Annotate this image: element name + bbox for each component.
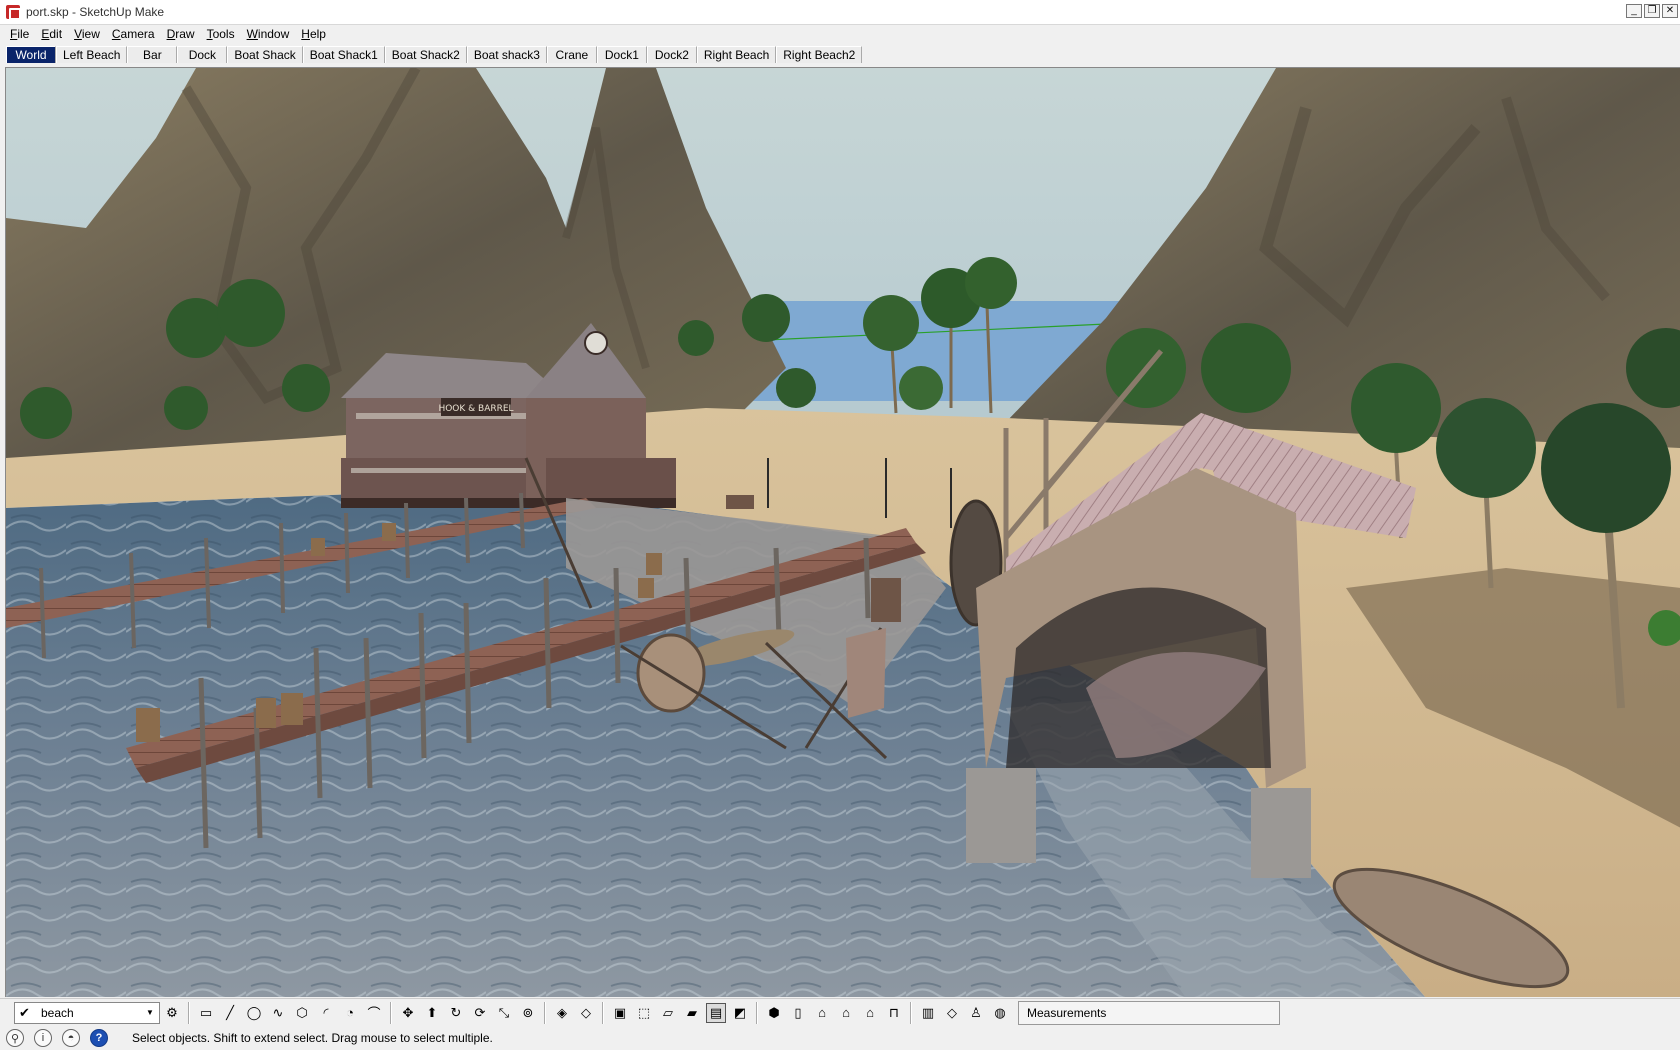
hidden-line-icon[interactable]: ▱ — [658, 1003, 678, 1023]
title-bar: port.skp - SketchUp Make _ ❐ ✕ — [0, 0, 1680, 25]
window-title: port.skp - SketchUp Make — [26, 5, 165, 19]
credits-status-icon[interactable]: i — [34, 1029, 52, 1047]
menu-bar: File Edit View Camera Draw Tools Window Help — [0, 25, 1680, 44]
iso-view-icon[interactable]: ⬢ — [764, 1003, 784, 1023]
scene-tab-crane[interactable]: Crane — [546, 46, 597, 63]
wireframe-icon[interactable]: ⬚ — [634, 1003, 654, 1023]
sketchup-app-icon[interactable] — [6, 5, 21, 20]
toolbar-separator — [188, 1001, 190, 1024]
menu-draw[interactable]: Draw — [161, 26, 201, 43]
user-status-icon[interactable]: ◓ — [62, 1029, 80, 1047]
scene-tab-boat-shack[interactable]: Boat Shack — [227, 46, 303, 63]
toolbar-separator — [602, 1001, 604, 1024]
tool-strip: ⚙ ▭ ╱ ◯ ∿ ⬡ ◜ ◔ ⌒ ✥ ⬆ ↻ ⟳ ⤡ ⊚ ◈ ◇ ▣ ⬚ ▱ ▰ ▤ ◩ ⬢ ▯ ⌂ ⌂ ⌂ ⊓ ▥ ◇ ♙ ◍ — [160, 1001, 1012, 1024]
menu-file[interactable]: File — [4, 26, 35, 43]
window-controls: _ ❐ ✕ — [1626, 4, 1678, 18]
section-plane-icon[interactable]: ◈ — [552, 1003, 572, 1023]
follow-me-icon[interactable]: ⟳ — [470, 1003, 490, 1023]
front-view-icon[interactable]: ⌂ — [812, 1003, 832, 1023]
rotate-icon[interactable]: ↻ — [446, 1003, 466, 1023]
scene-tab-bar[interactable]: Bar — [127, 46, 178, 63]
chevron-down-icon[interactable]: ▼ — [143, 1005, 157, 1021]
help-status-icon[interactable]: ? — [90, 1029, 108, 1047]
menu-view[interactable]: View — [68, 26, 106, 43]
status-bar: ⚲ i ◓? Select objects. Shift to extend sel… — [0, 1026, 1680, 1050]
layer-manager-icon[interactable]: ⚙ — [162, 1003, 182, 1023]
scale-icon[interactable]: ⤡ — [494, 1003, 514, 1023]
two-point-arc-icon[interactable]: ⌒ — [364, 1003, 384, 1023]
measurements-box[interactable]: Measurements — [1018, 1000, 1280, 1025]
offset-icon[interactable]: ⊚ — [518, 1003, 538, 1023]
scene-tab-left-beach[interactable]: Left Beach — [56, 46, 128, 63]
polygon-icon[interactable]: ⬡ — [292, 1003, 312, 1023]
scene-tab-dock[interactable]: Dock — [177, 46, 228, 63]
scene-tabs: World Left Beach Bar Dock Boat Shack Boat Sha… — [0, 44, 1680, 65]
scene-tab-dock2[interactable]: Dock2 — [646, 46, 697, 63]
layer-visible-check-icon: ✔ — [19, 1004, 30, 1020]
layer-dropdown[interactable]: ✔ beach ▼ — [14, 1001, 160, 1024]
toolbar-separator — [756, 1001, 758, 1024]
geo-location-icon[interactable]: ◍ — [990, 1003, 1010, 1023]
minimize-button[interactable]: _ — [1626, 4, 1642, 18]
model-viewport[interactable]: HOOK & BARREL — [5, 67, 1680, 997]
extension-warehouse-icon[interactable]: ♙ — [966, 1003, 986, 1023]
monochrome-icon[interactable]: ◩ — [730, 1003, 750, 1023]
scene-tab-world[interactable]: World — [6, 46, 56, 63]
menu-window[interactable]: Window — [241, 26, 296, 43]
line-icon[interactable]: ╱ — [220, 1003, 240, 1023]
rectangle-icon[interactable]: ▭ — [196, 1003, 216, 1023]
right-view-icon[interactable]: ⌂ — [836, 1003, 856, 1023]
shaded-icon[interactable]: ▰ — [682, 1003, 702, 1023]
toolbar-separator — [390, 1001, 392, 1024]
barrel — [382, 523, 396, 541]
menu-tools[interactable]: Tools — [201, 26, 241, 43]
arc-icon[interactable]: ◜ — [316, 1003, 336, 1023]
geolocation-status-icon[interactable]: ⚲ — [6, 1029, 24, 1047]
push-pull-icon[interactable]: ⬆ — [422, 1003, 442, 1023]
top-view-icon[interactable]: ▯ — [788, 1003, 808, 1023]
toolbar-separator — [544, 1001, 546, 1024]
ladder — [846, 628, 886, 718]
scene-tab-boat-shack1[interactable]: Boat Shack1 — [302, 46, 385, 63]
section-fill-icon[interactable]: ◇ — [576, 1003, 596, 1023]
scene-tab-boat-shack2[interactable]: Boat Shack2 — [384, 46, 467, 63]
toolbar-separator — [910, 1001, 912, 1024]
3d-warehouse-icon[interactable]: ▥ — [918, 1003, 938, 1023]
scene-tab-right-beach2[interactable]: Right Beach2 — [776, 46, 863, 63]
menu-edit[interactable]: Edit — [35, 26, 68, 43]
back-view-icon[interactable]: ⌂ — [860, 1003, 880, 1023]
barrel — [311, 538, 325, 556]
xray-icon[interactable]: ▣ — [610, 1003, 630, 1023]
status-message: Select objects. Shift to extend select. … — [132, 1031, 493, 1045]
tavern-sign: HOOK & BARREL — [438, 404, 513, 414]
restore-button[interactable]: ❐ — [1644, 4, 1660, 18]
status-icons: ⚲ i ◓? — [6, 1029, 118, 1047]
measurements-label: Measurements — [1027, 1005, 1107, 1020]
main-toolbar: ✔ beach ▼ ⚙ ▭ ╱ ◯ ∿ ⬡ ◜ ◔ ⌒ ✥ ⬆ ↻ ⟳ ⤡ ⊚ ◈ ◇ ▣ ⬚ ▱ ▰ ▤ ◩ ⬢ ▯ ⌂ ⌂ ⌂ ⊓ ▥… — [0, 998, 1680, 1026]
circle-icon[interactable]: ◯ — [244, 1003, 264, 1023]
left-view-icon[interactable]: ⊓ — [884, 1003, 904, 1023]
close-button[interactable]: ✕ — [1662, 4, 1678, 18]
scene-render[interactable]: HOOK & BARREL — [6, 68, 1680, 997]
pie-icon[interactable]: ◔ — [340, 1003, 360, 1023]
layer-name: beach — [41, 1005, 74, 1020]
shaded-textures-icon[interactable]: ▤ — [706, 1002, 726, 1023]
menu-help[interactable]: Help — [295, 26, 332, 43]
freehand-icon[interactable]: ∿ — [268, 1003, 288, 1023]
scene-tab-boat-shack3[interactable]: Boat shack3 — [466, 46, 547, 63]
menu-camera[interactable]: Camera — [106, 26, 161, 43]
scene-tab-right-beach[interactable]: Right Beach — [696, 46, 777, 63]
share-component-icon[interactable]: ◇ — [942, 1003, 962, 1023]
move-icon[interactable]: ✥ — [398, 1003, 418, 1023]
scene-tab-dock1[interactable]: Dock1 — [596, 46, 647, 63]
